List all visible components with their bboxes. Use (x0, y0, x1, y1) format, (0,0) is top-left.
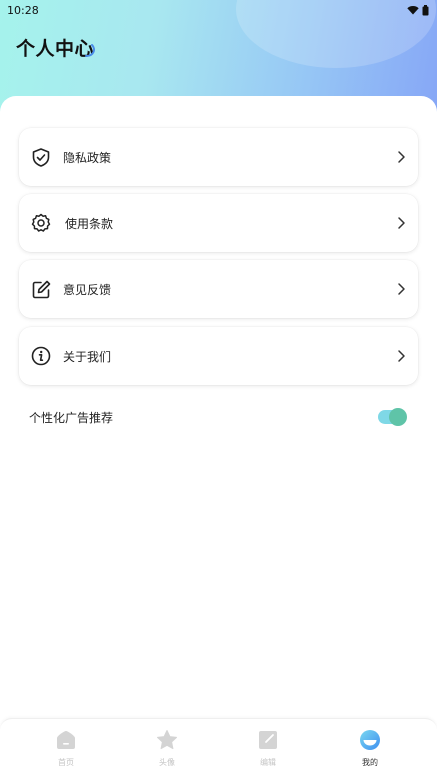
gear-icon (31, 213, 51, 233)
menu-item-label: 使用条款 (65, 216, 114, 231)
status-icons (407, 4, 429, 16)
chevron-right-icon (398, 151, 405, 163)
tab-label: 我的 (362, 758, 378, 767)
menu-item-about[interactable]: 关于我们 (19, 327, 418, 385)
home-icon (57, 731, 75, 749)
menu-item-label: 关于我们 (63, 349, 112, 364)
star-icon (157, 730, 177, 750)
edit-icon (31, 279, 51, 299)
battery-icon (422, 4, 429, 15)
menu-item-label: 意见反馈 (63, 282, 112, 297)
tab-label: 首页 (58, 758, 74, 767)
chevron-right-icon (398, 283, 405, 295)
info-icon (31, 346, 51, 366)
shield-check-icon (31, 147, 51, 167)
profile-circle-icon (360, 730, 380, 750)
tab-label: 头像 (159, 758, 175, 767)
ads-toggle[interactable] (378, 408, 407, 426)
tab-mine[interactable]: 我的 (340, 729, 400, 775)
tab-label: 编辑 (260, 758, 276, 767)
edit-square-icon (259, 731, 277, 749)
ads-setting-row: 个性化广告推荐 (19, 402, 418, 432)
tab-edit[interactable]: 编辑 (238, 729, 298, 775)
menu-item-label: 隐私政策 (63, 150, 112, 165)
page-title: 个人中心 (16, 38, 95, 60)
title-swoosh-icon (85, 44, 95, 57)
status-time: 10:28 (7, 3, 39, 17)
wifi-icon (407, 6, 419, 15)
chevron-right-icon (398, 217, 405, 229)
chevron-right-icon (398, 350, 405, 362)
ads-setting-label: 个性化广告推荐 (29, 410, 114, 425)
menu-item-feedback[interactable]: 意见反馈 (19, 260, 418, 318)
bottom-tab-bar: 首页 头像 编辑 我的 (0, 718, 437, 776)
tab-avatar[interactable]: 头像 (137, 729, 197, 775)
menu-item-privacy[interactable]: 隐私政策 (19, 128, 418, 186)
tab-home[interactable]: 首页 (36, 729, 96, 775)
menu-item-terms[interactable]: 使用条款 (19, 194, 418, 252)
status-bar: 10:28 (0, 0, 437, 20)
ads-toggle-knob (389, 408, 407, 426)
